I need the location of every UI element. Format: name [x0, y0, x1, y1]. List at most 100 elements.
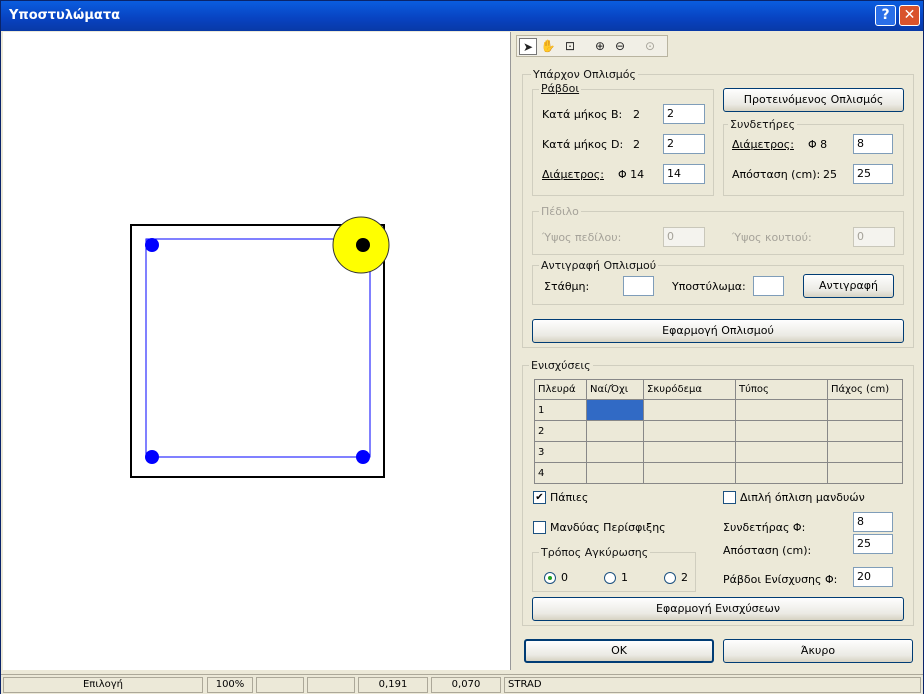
checkmark-icon: ✔: [535, 492, 544, 503]
flanges-label: Πάπιες: [550, 491, 589, 504]
anchorage-radio-0[interactable]: [544, 572, 556, 584]
status-empty: [256, 677, 304, 693]
table-cell[interactable]: [643, 399, 736, 421]
row-header: 3: [534, 441, 587, 463]
strengthening-bars-input[interactable]: 20: [853, 567, 893, 587]
table-row[interactable]: 1: [534, 399, 903, 421]
apply-reinforcement-button[interactable]: Εφαρμογή Οπλισμού: [532, 319, 904, 343]
strengthening-table: Πλευρά Ναί/Όχι Σκυρόδεμα Τύπος Πάχος (cm…: [534, 379, 903, 484]
box-height-label: Ύψος κουτιού:: [732, 231, 812, 244]
stirrup-outline: [145, 238, 371, 458]
cancel-button[interactable]: Άκυρο: [723, 639, 913, 663]
stirrup-spacing-label: Απόσταση (cm):: [732, 168, 821, 181]
close-button[interactable]: ✕: [899, 5, 920, 26]
double-jacket-label: Διπλή όπλιση μανδυών: [740, 491, 865, 504]
flanges-checkbox[interactable]: ✔: [533, 491, 546, 504]
double-jacket-checkbox[interactable]: [723, 491, 736, 504]
question-mark-icon: ?: [881, 7, 890, 23]
anchorage-radio-2[interactable]: [664, 572, 676, 584]
confinement-jacket-label: Μανδύας Περίσφιξης: [550, 521, 666, 534]
anchorage-radio-1[interactable]: [604, 572, 616, 584]
row-header: 1: [534, 399, 587, 421]
table-cell[interactable]: [735, 399, 828, 421]
status-x: 0,191: [358, 677, 428, 693]
pointer-icon[interactable]: ➤: [519, 38, 537, 55]
len-b-value: 2: [633, 108, 640, 121]
row-header: 4: [534, 462, 587, 484]
len-d-input[interactable]: 2: [663, 134, 705, 154]
column-section-drawing[interactable]: [3, 32, 511, 670]
zoom-in-icon[interactable]: ⊕: [591, 38, 609, 55]
footing-height-input: 0: [663, 227, 705, 247]
bar-diameter-value: Φ 14: [618, 168, 645, 181]
table-row[interactable]: 2: [534, 420, 903, 442]
column-label: Υποστύλωμα:: [672, 280, 746, 293]
len-b-input[interactable]: 2: [663, 104, 705, 124]
confinement-jacket-checkbox[interactable]: [533, 521, 546, 534]
rebar-top-right-selected[interactable]: [356, 238, 370, 252]
suggested-reinforcement-button[interactable]: Προτεινόμενος Οπλισμός: [723, 88, 904, 112]
rebar-bottom-left[interactable]: [145, 450, 159, 464]
table-cell[interactable]: [827, 399, 903, 421]
table-cell[interactable]: [643, 420, 736, 442]
stirrup-spacing-input[interactable]: 25: [853, 164, 893, 184]
status-app: STRAD: [504, 677, 921, 693]
spacing-input[interactable]: 25: [853, 534, 893, 554]
copy-button[interactable]: Αντιγραφή: [803, 274, 894, 298]
strengthening-legend: Ενισχύσεις: [529, 359, 593, 372]
stirrup-diameter-input[interactable]: 8: [853, 134, 893, 154]
stirrup-diameter-label: Συνδετήρας Φ:: [723, 521, 806, 534]
row-header: 2: [534, 420, 587, 442]
status-bar: Επιλογή 100% 0,191 0,070 STRAD: [1, 674, 923, 694]
table-cell[interactable]: [643, 462, 736, 484]
stirrup-diameter-input[interactable]: 8: [853, 512, 893, 532]
anchorage-legend: Τρόπος Αγκύρωσης: [539, 546, 651, 559]
status-mode: Επιλογή: [3, 677, 203, 693]
table-cell[interactable]: [586, 441, 644, 463]
table-cell[interactable]: [643, 441, 736, 463]
hand-pan-icon[interactable]: ✋: [539, 38, 557, 55]
column-input[interactable]: [753, 276, 784, 296]
footing-legend: Πέδιλο: [539, 205, 581, 218]
anchorage-option-label: 0: [561, 571, 568, 584]
bar-diameter-input[interactable]: 14: [663, 164, 705, 184]
table-cell[interactable]: [735, 420, 828, 442]
len-d-label: Κατά μήκος D:: [542, 138, 624, 151]
anchorage-option-label: 2: [681, 571, 688, 584]
stirrup-diameter-label: Διάμετρος:: [732, 138, 794, 151]
bar-diameter-label: Διάμετρος:: [542, 168, 604, 181]
table-cell-selected[interactable]: [586, 399, 644, 421]
table-row[interactable]: 3: [534, 441, 903, 463]
table-cell[interactable]: [827, 462, 903, 484]
table-cell[interactable]: [827, 420, 903, 442]
title-bar: Υποστυλώματα ? ✕: [1, 1, 923, 31]
table-header: Πλευρά: [534, 379, 587, 400]
window: Υποστυλώματα ? ✕ ➤ ✋ ⊡ ⊕ ⊖ ⊙ Υπάρχον Οπλ…: [0, 0, 924, 694]
bars-legend: Ράβδοι: [539, 82, 582, 95]
section-canvas[interactable]: [3, 32, 511, 670]
table-cell[interactable]: [586, 420, 644, 442]
stirrups-legend: Συνδετήρες: [728, 118, 798, 131]
zoom-out-icon[interactable]: ⊖: [611, 38, 629, 55]
table-cell[interactable]: [735, 441, 828, 463]
apply-strengthening-button[interactable]: Εφαρμογή Ενισχύσεων: [532, 597, 904, 621]
table-cell[interactable]: [827, 441, 903, 463]
help-button[interactable]: ?: [875, 5, 896, 26]
rebar-bottom-right[interactable]: [356, 450, 370, 464]
level-input[interactable]: [623, 276, 654, 296]
table-row[interactable]: 4: [534, 462, 903, 484]
status-empty: [307, 677, 355, 693]
status-y: 0,070: [431, 677, 501, 693]
table-cell[interactable]: [735, 462, 828, 484]
table-cell[interactable]: [586, 462, 644, 484]
stirrup-spacing-value: 25: [823, 168, 837, 181]
zoom-window-icon[interactable]: ⊡: [561, 38, 579, 55]
stirrup-diameter-value: Φ 8: [808, 138, 828, 151]
rebar-top-left[interactable]: [145, 238, 159, 252]
footing-height-label: Ύψος πεδίλου:: [542, 231, 622, 244]
view-toolbar: ➤ ✋ ⊡ ⊕ ⊖ ⊙: [516, 35, 668, 57]
box-height-input: 0: [853, 227, 895, 247]
len-d-value: 2: [633, 138, 640, 151]
table-header: Ναί/Όχι: [586, 379, 644, 400]
ok-button[interactable]: OK: [524, 639, 714, 663]
